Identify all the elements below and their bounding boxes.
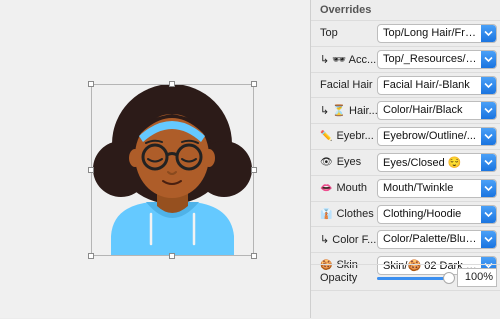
override-label: Top bbox=[320, 27, 378, 39]
override-select[interactable]: Top/_Resources/R... bbox=[377, 49, 497, 69]
override-select-value: Mouth/Twinkle bbox=[383, 181, 454, 194]
opacity-slider-thumb[interactable] bbox=[443, 272, 455, 284]
override-emoji-icon: 👔 bbox=[320, 208, 333, 220]
chevron-down-icon[interactable] bbox=[481, 205, 496, 223]
resize-handle-top-left[interactable] bbox=[88, 81, 94, 87]
override-select-value: Eyebrow/Outline/... bbox=[383, 130, 476, 143]
resize-handle-bottom-right[interactable] bbox=[251, 253, 257, 259]
opacity-row: Opacity 100% bbox=[311, 264, 500, 291]
override-label-text: ↳ Color F... bbox=[320, 234, 377, 247]
opacity-value-field[interactable]: 100% bbox=[457, 268, 497, 287]
panel-footer bbox=[311, 290, 500, 319]
selection-box bbox=[91, 84, 254, 256]
override-select-value: Color/Hair/Black bbox=[383, 104, 463, 117]
chevron-down-icon[interactable] bbox=[481, 50, 496, 68]
override-row: ↳ 🕶 Acc... Top/_Resources/R... bbox=[311, 45, 500, 72]
override-select-value: Top/_Resources/R... bbox=[383, 52, 479, 65]
canvas-area[interactable] bbox=[0, 0, 310, 318]
override-row: ↳ Color F... Color/Palette/Blue... bbox=[311, 226, 500, 252]
override-select[interactable]: Color/Palette/Blue... bbox=[377, 230, 497, 250]
override-select[interactable]: Mouth/Twinkle bbox=[377, 178, 497, 198]
resize-handle-left[interactable] bbox=[88, 167, 94, 173]
opacity-slider[interactable] bbox=[377, 272, 455, 284]
override-label-text: Clothes bbox=[336, 207, 374, 220]
override-label-text: Eyebr... bbox=[336, 130, 374, 143]
override-label: Facial Hair bbox=[320, 79, 378, 91]
override-select[interactable]: Top/Long Hair/Fro... bbox=[377, 24, 497, 43]
override-select-value: Color/Palette/Blue... bbox=[383, 233, 479, 246]
override-label: ↳ ⏳ Hair... bbox=[320, 104, 378, 117]
override-label: 👁 Eyes bbox=[320, 156, 378, 168]
override-row: Facial Hair Facial Hair/-Blank bbox=[311, 71, 500, 98]
override-row: 👔 Clothes Clothing/Hoodie bbox=[311, 200, 500, 227]
chevron-down-icon[interactable] bbox=[481, 102, 496, 120]
override-select[interactable]: Eyes/Closed 😌 bbox=[377, 153, 497, 172]
override-label-text: Top bbox=[320, 27, 338, 39]
override-label-text: ↳ ⏳ Hair... bbox=[320, 105, 378, 118]
override-label: 👄 Mouth bbox=[320, 182, 378, 194]
resize-handle-top-right[interactable] bbox=[251, 81, 257, 87]
override-label: ↳ 🕶 Acc... bbox=[320, 53, 378, 66]
override-label-text: Eyes bbox=[336, 156, 362, 168]
override-emoji-icon: 👄 bbox=[320, 182, 333, 194]
override-emoji-icon: 👁 bbox=[320, 157, 333, 168]
overrides-panel: Overrides Top Top/Long Hair/Fro... ↳ 🕶 Acc… bbox=[310, 0, 500, 318]
opacity-slider-fill bbox=[377, 277, 449, 280]
override-select-value: Eyes/Closed 😌 bbox=[383, 157, 462, 169]
override-label: 👔 Clothes bbox=[320, 208, 378, 220]
resize-handle-right[interactable] bbox=[251, 167, 257, 173]
override-select[interactable]: Eyebrow/Outline/... bbox=[377, 127, 497, 147]
opacity-label: Opacity bbox=[320, 272, 358, 284]
chevron-down-icon[interactable] bbox=[481, 154, 496, 171]
resize-handle-bottom-left[interactable] bbox=[88, 253, 94, 259]
chevron-down-icon[interactable] bbox=[481, 179, 496, 197]
override-select-value: Clothing/Hoodie bbox=[383, 207, 462, 220]
override-row: 👁 Eyes Eyes/Closed 😌 bbox=[311, 149, 500, 175]
override-emoji-icon: ✏️ bbox=[320, 131, 333, 143]
override-row: Top Top/Long Hair/Fro... bbox=[311, 20, 500, 46]
override-select-value: Top/Long Hair/Fro... bbox=[383, 27, 479, 39]
chevron-down-icon[interactable] bbox=[481, 128, 496, 146]
override-row: 👄 Mouth Mouth/Twinkle bbox=[311, 174, 500, 201]
override-row: ↳ ⏳ Hair... Color/Hair/Black bbox=[311, 97, 500, 123]
override-label-text: ↳ 🕶 Acc... bbox=[320, 53, 377, 66]
override-select[interactable]: Color/Hair/Black bbox=[377, 101, 497, 121]
chevron-down-icon[interactable] bbox=[481, 76, 496, 94]
chevron-down-icon[interactable] bbox=[481, 231, 496, 249]
resize-handle-top[interactable] bbox=[169, 81, 175, 87]
override-label: ↳ Color F... bbox=[320, 233, 378, 246]
chevron-down-icon[interactable] bbox=[481, 25, 496, 42]
resize-handle-bottom[interactable] bbox=[169, 253, 175, 259]
override-label-text: Facial Hair bbox=[320, 78, 373, 91]
override-select[interactable]: Facial Hair/-Blank bbox=[377, 75, 497, 95]
override-select-value: Facial Hair/-Blank bbox=[383, 78, 470, 91]
override-label: ✏️ Eyebr... bbox=[320, 130, 378, 142]
panel-title: Overrides bbox=[320, 4, 372, 16]
override-label-text: Mouth bbox=[336, 181, 368, 194]
override-select[interactable]: Clothing/Hoodie bbox=[377, 204, 497, 224]
override-row: ✏️ Eyebr... Eyebrow/Outline/... bbox=[311, 123, 500, 149]
